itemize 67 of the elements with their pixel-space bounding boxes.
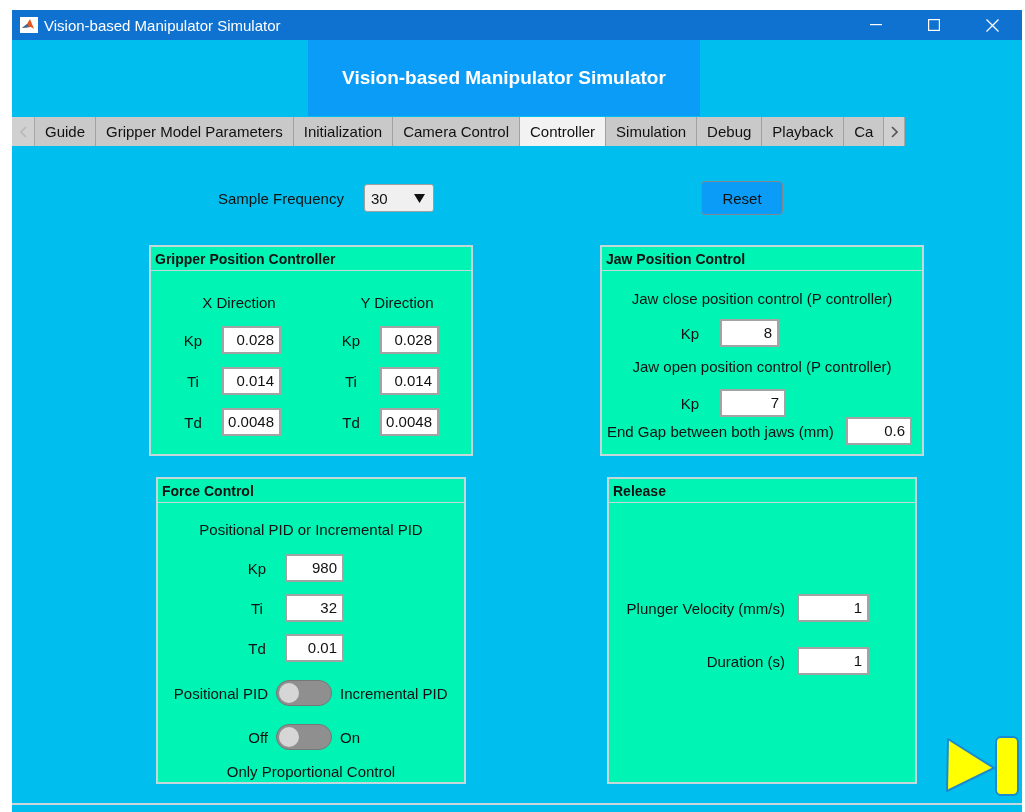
tab[interactable]: Initialization [293,117,394,146]
section-caption: Jaw close position control (P controller) [630,289,894,309]
scroll-right-button[interactable] [884,117,906,146]
field-label: Ti [250,599,264,617]
field-label: Td [247,639,267,657]
toggle-switch[interactable] [276,680,332,706]
tab[interactable]: Camera Control [393,117,521,146]
maximize-icon[interactable] [928,19,940,31]
input-field[interactable]: 0.028 [380,326,439,354]
field-label: Kp [340,331,362,349]
input-field[interactable]: 32 [285,594,344,622]
field-label: Td [183,413,203,431]
field-label: Kp [679,324,701,342]
switch-label: Off [247,728,268,746]
chevron-right-icon [890,125,898,138]
field-label: Ti [186,372,200,390]
tab[interactable]: Simulation [606,117,698,146]
panel-title: Gripper Position Controller [151,247,471,271]
tab[interactable]: Controller [520,117,607,146]
switch-label: Incremental PID [340,684,449,702]
panel-title: Release [609,479,915,503]
input-field[interactable]: 1 [797,647,869,675]
step-forward-icon[interactable] [944,733,1020,797]
input-field[interactable]: 0.0048 [222,408,281,436]
toggle-switch[interactable] [276,724,332,750]
close-icon[interactable] [986,18,999,32]
field-label: Kp [679,394,701,412]
caret-icon [413,193,425,203]
tab[interactable]: Gripper Model Parameters [96,117,294,146]
field-label: Sample Frequency [218,189,344,207]
column-heading: X Direction [201,293,277,313]
input-field[interactable]: 0.0048 [380,408,439,436]
switch-label: On [340,728,361,746]
frequency-dropdown[interactable]: 30 [363,184,434,212]
field-label: Td [341,413,361,431]
input-field[interactable]: 1 [797,594,869,622]
input-field[interactable]: 0.6 [846,417,912,445]
section-caption: Only Proportional Control [225,762,397,782]
field-label: Kp [246,559,268,577]
tab[interactable]: Guide [35,117,97,146]
input-field[interactable]: 0.014 [222,367,281,395]
field-label: Plunger Velocity (mm/s) [625,599,785,617]
reset-button[interactable]: Reset [701,181,783,215]
app-banner: Vision-based Manipulator Simulator [308,40,700,116]
chevron-left-icon [19,125,27,138]
tab[interactable]: Playback [762,117,845,146]
panel-title: Force Control [158,479,464,503]
field-label: Duration (s) [705,652,785,670]
window-title: Vision-based Manipulator Simulator [44,16,281,34]
field-label: Kp [182,331,204,349]
tab[interactable]: Debug [697,117,763,146]
section-caption: Jaw open position control (P controller) [631,357,893,377]
section-caption: Positional PID or Incremental PID [198,520,424,540]
field-label: End Gap between both jaws (mm) [607,422,835,440]
switch-label: Positional PID [172,684,268,702]
input-field[interactable]: 0.01 [285,634,344,662]
input-field[interactable]: 0.014 [380,367,439,395]
panel-title: Jaw Position Control [602,247,922,271]
input-field[interactable]: 0.028 [222,326,281,354]
field-label: Ti [344,372,358,390]
input-field[interactable]: 7 [720,389,786,417]
input-field[interactable]: 980 [285,554,344,582]
minimize-icon[interactable] [870,24,882,26]
tab[interactable]: Ca [844,117,885,146]
column-heading: Y Direction [359,293,435,313]
app-logo-icon [20,17,38,33]
input-field[interactable]: 8 [720,319,779,347]
